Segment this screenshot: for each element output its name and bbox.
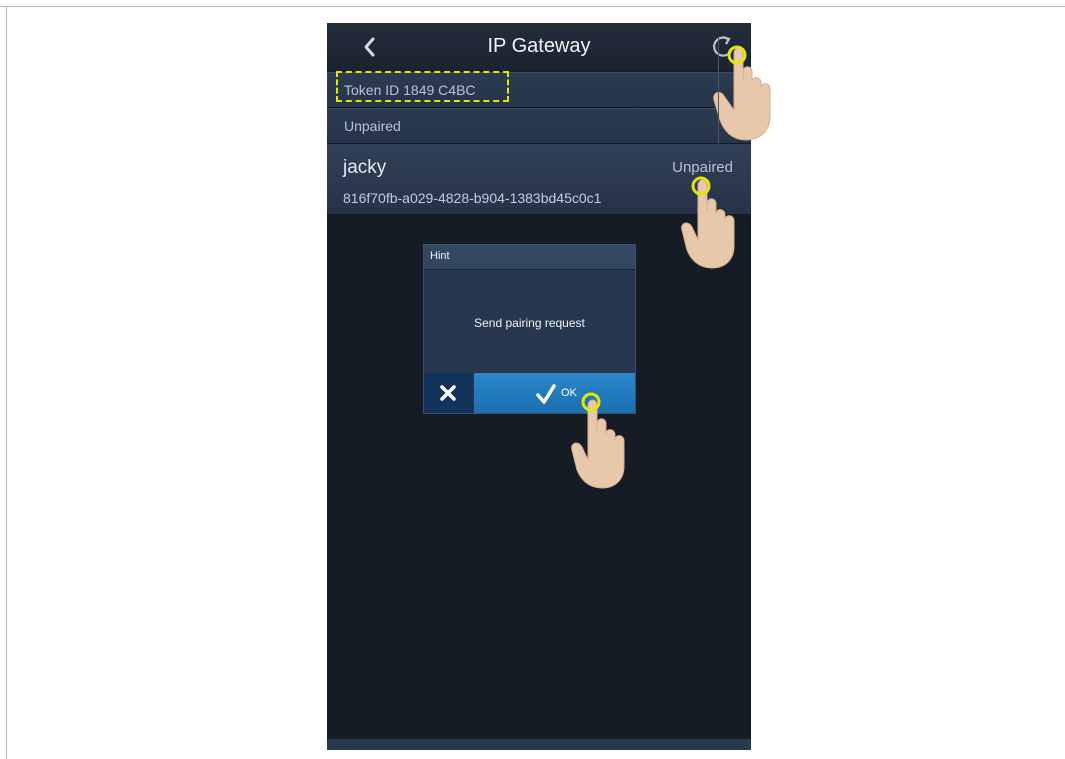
dialog-title: Hint	[430, 250, 450, 262]
hint-dialog: Hint Send pairing request OK	[423, 244, 636, 414]
device-list-item[interactable]: jacky 816f70fb-a029-4828-b904-1383bd45c0…	[327, 144, 751, 215]
frame-left-border	[6, 6, 7, 759]
dialog-header: Hint	[424, 245, 635, 270]
device-pair-status[interactable]: Unpaired	[672, 159, 733, 176]
ok-label: OK	[561, 387, 577, 399]
page-title: IP Gateway	[487, 35, 591, 57]
device-name: jacky	[343, 157, 387, 178]
check-icon	[536, 384, 556, 404]
gateway-status-row: Unpaired	[327, 108, 751, 144]
gateway-status-text: Unpaired	[344, 118, 401, 134]
frame-top-border	[0, 6, 1065, 7]
dialog-message: Send pairing request	[474, 316, 585, 330]
refresh-icon	[713, 35, 732, 57]
nav-bar: IP Gateway	[327, 23, 751, 71]
device-uuid: 816f70fb-a029-4828-b904-1383bd45c0c1	[343, 190, 602, 206]
bottom-bar	[327, 739, 751, 750]
close-icon	[440, 385, 456, 401]
ok-button[interactable]: OK	[474, 373, 635, 413]
refresh-button[interactable]	[709, 33, 737, 61]
gateway-token-row: Token ID 1849 C4BC	[327, 71, 751, 108]
token-highlight-box	[336, 71, 509, 102]
phone-screen: IP Gateway Token ID 1849 C4BC Unpaired j…	[327, 23, 751, 750]
cancel-button[interactable]	[424, 373, 473, 413]
